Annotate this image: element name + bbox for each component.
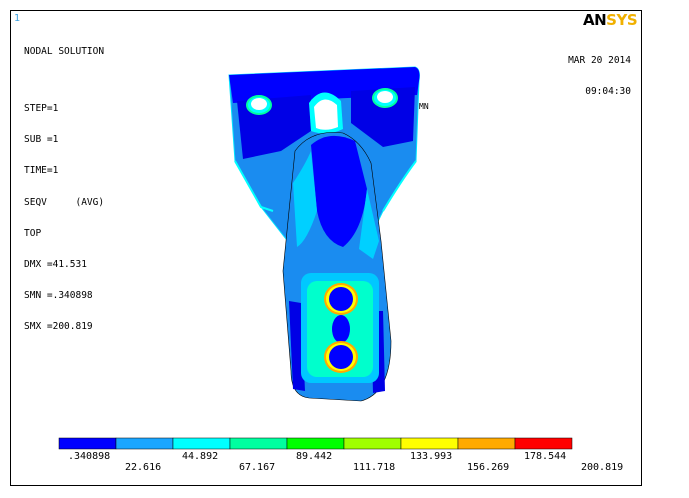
legend-swatch-7 [457,437,516,450]
legend-swatch-0 [58,437,117,450]
mn-marker: MN [419,102,429,111]
legend-swatch-2 [172,437,231,450]
legend-swatch-6 [400,437,459,450]
legend-label-bottom-3: 156.269 [467,462,510,473]
legend-color-bar [58,437,573,450]
graphics-viewport[interactable]: 1 NODAL SOLUTION STEP=1 SUB =1 TIME=1 SE… [10,10,642,486]
legend-label-bottom-4: 200.819 [581,462,624,473]
legend-label-bottom-1: 67.167 [239,462,276,473]
legend-label-top-2: 89.442 [296,451,333,462]
legend-label-top-3: 133.993 [410,451,453,462]
contour-legend: .340898 44.892 89.442 133.993 178.544 22.616 6… [58,436,623,473]
legend-swatch-8 [514,437,573,450]
legend-swatch-4 [286,437,345,450]
legend-swatch-5 [343,437,402,450]
legend-label-top-0: .340898 [68,451,111,462]
legend-label-top-1: 44.892 [182,451,219,462]
legend-label-bottom-2: 111.718 [353,462,396,473]
stress-contour-model[interactable]: MN [11,11,641,485]
legend-swatch-1 [115,437,174,450]
legend-label-top-4: 178.544 [524,451,567,462]
legend-label-bottom-0: 22.616 [125,462,162,473]
legend-swatch-3 [229,437,288,450]
